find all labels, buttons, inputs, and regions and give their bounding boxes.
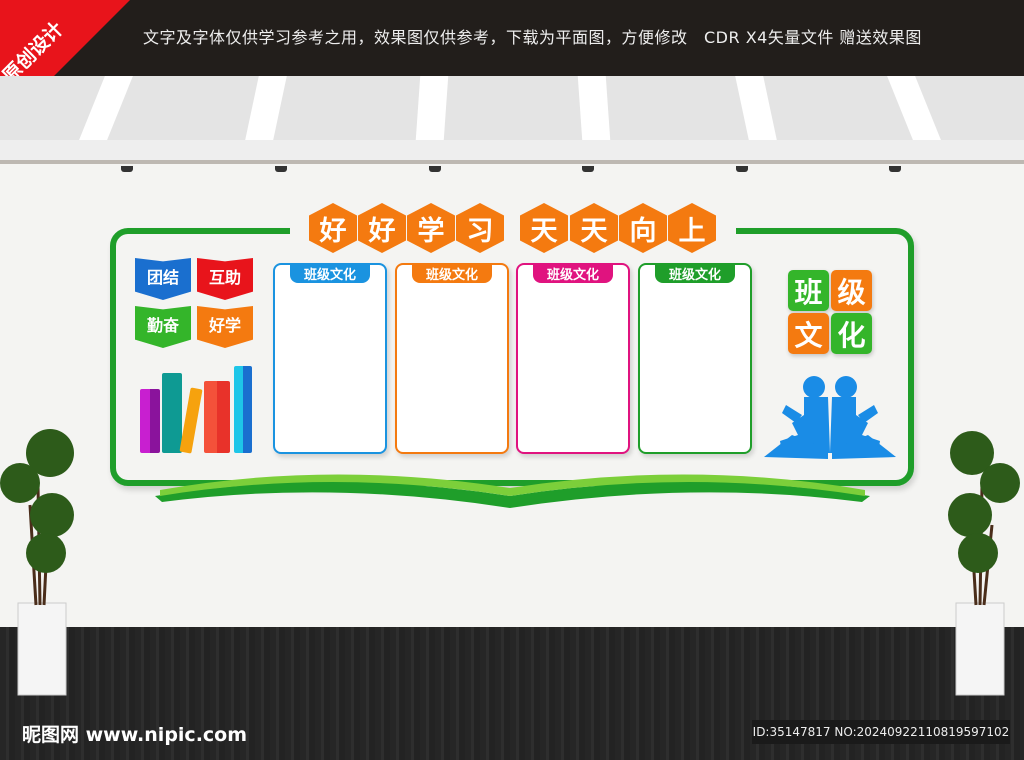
- ceiling: [0, 76, 1024, 140]
- book-spine: [140, 389, 160, 453]
- title-tile: 文: [788, 313, 829, 354]
- notice-text: 文字及字体仅供学习参考之用，效果图仅供参考，下载为平面图，方便修改 CDR X4…: [143, 28, 922, 47]
- panel-tab: 班级文化: [655, 263, 735, 283]
- potted-plant-right: [948, 431, 1020, 696]
- ceiling-light: [889, 166, 901, 172]
- display-panel: 班级文化: [273, 263, 387, 454]
- book-spine: [162, 373, 182, 453]
- panel-tab: 班级文化: [412, 263, 492, 283]
- book-spine: [204, 381, 230, 453]
- book-label: 团结: [135, 258, 191, 300]
- book-label: 勤奋: [135, 306, 191, 348]
- ceiling-light: [121, 166, 133, 172]
- title-tile: 班: [788, 270, 829, 311]
- panel-tab: 班级文化: [533, 263, 613, 283]
- display-panel: 班级文化: [638, 263, 752, 454]
- potted-plant-left: [0, 429, 74, 696]
- reading-kids-silhouette: [764, 376, 896, 459]
- book-spine: [234, 366, 252, 453]
- book-label: 好学: [197, 306, 253, 348]
- book-label: 互助: [197, 258, 253, 300]
- open-book-base: [155, 474, 870, 508]
- display-panel: 班级文化: [516, 263, 630, 454]
- image-id: ID:35147817 NO:20240922110819597102: [752, 720, 1010, 744]
- cornice: [0, 140, 1024, 164]
- display-panel: 班级文化: [395, 263, 509, 454]
- watermark-logo: 昵图网 www.nipic.com: [22, 724, 248, 746]
- ceiling-light: [275, 166, 287, 172]
- ceiling-light: [736, 166, 748, 172]
- ceiling-light: [582, 166, 594, 172]
- title-tile: 级: [831, 270, 872, 311]
- title-tile: 化: [831, 313, 872, 354]
- ceiling-light: [429, 166, 441, 172]
- panel-tab: 班级文化: [290, 263, 370, 283]
